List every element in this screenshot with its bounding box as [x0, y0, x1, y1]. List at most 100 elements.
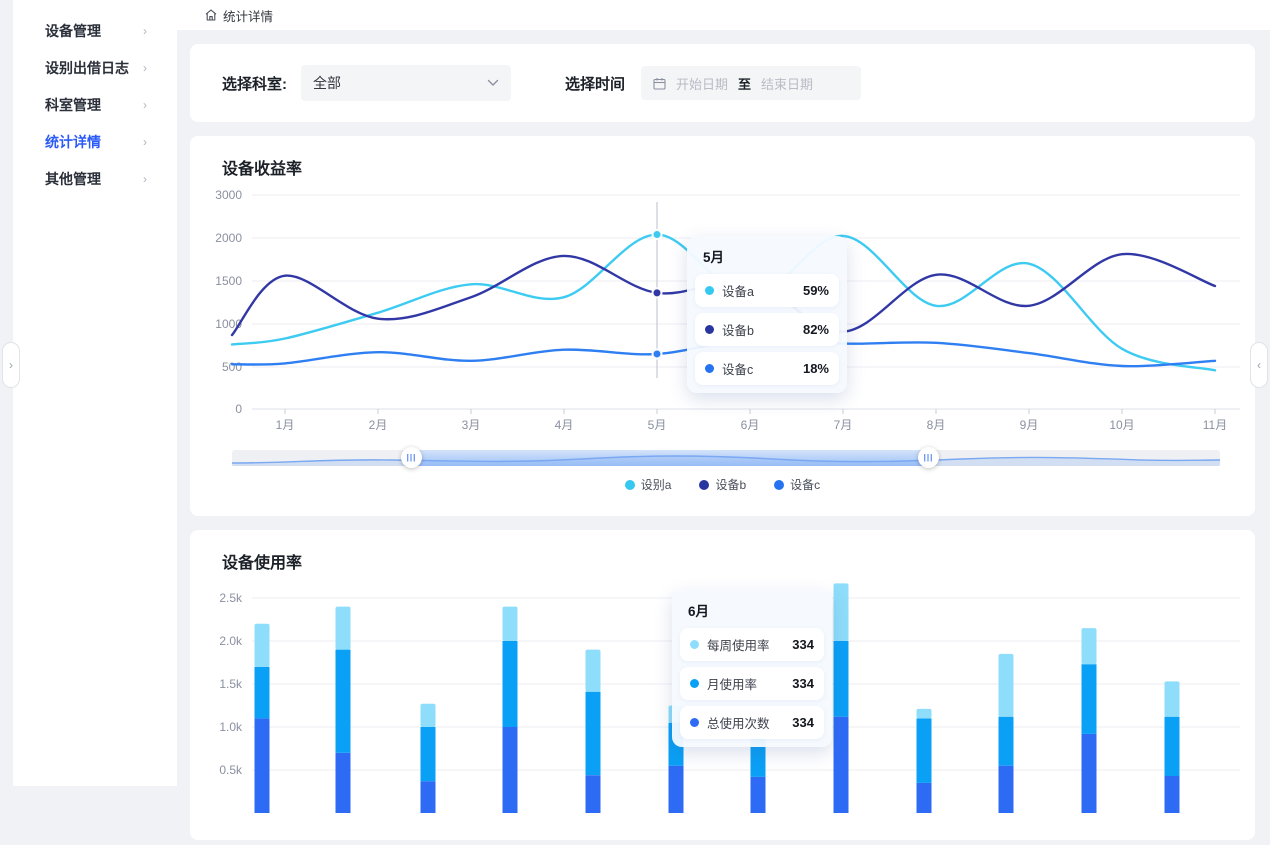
- bar-segment-月使用率[interactable]: [421, 727, 436, 781]
- legend-label: 设别a: [641, 476, 672, 493]
- bar-segment-每周使用率[interactable]: [503, 607, 518, 641]
- left-panel-toggle[interactable]: ›: [2, 342, 20, 388]
- y-axis-label: 2.5k: [219, 591, 243, 605]
- y-axis-label: 3000: [215, 188, 242, 202]
- bar-segment-月使用率[interactable]: [917, 718, 932, 783]
- tooltip-series-value: 59%: [803, 283, 829, 298]
- bar-segment-每周使用率[interactable]: [917, 709, 932, 719]
- bar-segment-总使用次数[interactable]: [1165, 776, 1180, 813]
- bar-segment-每周使用率[interactable]: [1082, 628, 1097, 664]
- revenue-line-chart-card: 设备收益率 300020001500100050001月2月3月4月5月6月7月…: [190, 136, 1255, 516]
- bar-segment-总使用次数[interactable]: [669, 766, 684, 813]
- bar-segment-每周使用率[interactable]: [421, 704, 436, 727]
- x-axis-label: 8月: [927, 418, 946, 432]
- bar-segment-月使用率[interactable]: [336, 650, 351, 753]
- bar-segment-总使用次数[interactable]: [999, 766, 1014, 813]
- bar-segment-总使用次数[interactable]: [834, 717, 849, 813]
- chevron-right-icon: ›: [143, 172, 147, 186]
- bar-segment-每周使用率[interactable]: [999, 654, 1014, 717]
- datazoom-handle-right[interactable]: |||: [918, 447, 939, 468]
- bar-segment-总使用次数[interactable]: [336, 753, 351, 813]
- y-axis-label: 1.0k: [219, 720, 243, 734]
- sidebar-item-2[interactable]: 科室管理›: [13, 86, 177, 123]
- chevron-right-icon: ›: [9, 358, 13, 372]
- line-chart: 300020001500100050001月2月3月4月5月6月7月8月9月10…: [190, 136, 1255, 516]
- series-color-dot: [705, 286, 714, 295]
- sidebar-item-1[interactable]: 设别出借日志›: [13, 49, 177, 86]
- datazoom-track[interactable]: ||| |||: [232, 450, 1220, 466]
- date-separator: 至: [738, 74, 751, 93]
- tooltip-series-label: 设备b: [722, 320, 803, 339]
- bar-segment-月使用率[interactable]: [503, 641, 518, 727]
- right-panel-toggle[interactable]: ‹: [1250, 342, 1268, 388]
- y-axis-label: 0.5k: [219, 763, 243, 777]
- bar-segment-总使用次数[interactable]: [586, 775, 601, 813]
- hover-point-dot: [653, 349, 662, 358]
- bar-segment-总使用次数[interactable]: [255, 718, 270, 813]
- chevron-right-icon: ›: [143, 98, 147, 112]
- x-axis-label: 11月: [1203, 418, 1227, 432]
- bar-segment-每周使用率[interactable]: [255, 624, 270, 667]
- bar-segment-月使用率[interactable]: [1082, 664, 1097, 734]
- bar-segment-总使用次数[interactable]: [751, 777, 766, 813]
- legend-color-dot: [699, 480, 709, 490]
- usage-bar-chart-card: 设备使用率 2.5k2.0k1.5k1.0k0.5k6月每周使用率334月使用率…: [190, 530, 1255, 840]
- chevron-left-icon: ‹: [1257, 358, 1261, 372]
- bar-segment-月使用率[interactable]: [1165, 717, 1180, 776]
- calendar-icon: [653, 77, 666, 90]
- legend-item[interactable]: 设备c: [774, 476, 820, 493]
- home-icon: [204, 8, 218, 22]
- hover-point-dot: [653, 288, 662, 297]
- bar-segment-每周使用率[interactable]: [336, 607, 351, 650]
- bar-segment-月使用率[interactable]: [255, 667, 270, 719]
- x-axis-label: 3月: [462, 418, 481, 432]
- datazoom-handle-left[interactable]: |||: [401, 447, 422, 468]
- x-axis-label: 9月: [1020, 418, 1039, 432]
- sidebar-item-0[interactable]: 设备管理 ›: [13, 12, 177, 49]
- sidebar-item-label: 设备管理: [45, 21, 101, 41]
- y-axis-label: 500: [222, 360, 242, 374]
- y-axis-label: 0: [235, 402, 242, 416]
- line-chart-legend: 设别a 设备b 设备c: [190, 476, 1255, 493]
- bar-segment-月使用率[interactable]: [586, 692, 601, 775]
- bar-chart-tooltip: 6月每周使用率334月使用率334总使用次数334: [672, 590, 832, 747]
- department-select[interactable]: 全部: [301, 65, 511, 101]
- hover-point-dot: [653, 230, 662, 239]
- breadcrumb[interactable]: 统计详情: [204, 6, 273, 25]
- bar-segment-每周使用率[interactable]: [834, 583, 849, 641]
- x-axis-label: 4月: [555, 418, 574, 432]
- date-range-picker[interactable]: 开始日期 至 结束日期: [641, 66, 861, 100]
- breadcrumb-label: 统计详情: [223, 6, 273, 25]
- bar-segment-总使用次数[interactable]: [503, 727, 518, 813]
- bar-segment-月使用率[interactable]: [834, 641, 849, 717]
- date-end-input[interactable]: 结束日期: [761, 74, 813, 93]
- series-color-dot: [690, 718, 699, 727]
- legend-color-dot: [774, 480, 784, 490]
- bar-segment-总使用次数[interactable]: [1082, 734, 1097, 813]
- tooltip-series-label: 设备c: [722, 359, 803, 378]
- sidebar: 设备管理›设别出借日志›科室管理›统计详情›其他管理›: [13, 0, 177, 786]
- bar-segment-总使用次数[interactable]: [917, 783, 932, 813]
- bar-segment-每周使用率[interactable]: [1165, 681, 1180, 716]
- datazoom-minimap: [232, 450, 1220, 466]
- y-axis-label: 2000: [215, 231, 242, 245]
- sidebar-item-label: 统计详情: [45, 132, 101, 152]
- department-select-value: 全部: [313, 73, 341, 93]
- chevron-down-icon: [487, 79, 499, 87]
- chevron-right-icon: ›: [143, 24, 147, 38]
- bar-segment-月使用率[interactable]: [999, 717, 1014, 766]
- tooltip-series-label: 设备a: [722, 281, 803, 300]
- legend-item[interactable]: 设别a: [625, 476, 672, 493]
- date-start-input[interactable]: 开始日期: [676, 74, 728, 93]
- tooltip-series-value: 334: [792, 715, 814, 730]
- sidebar-item-3[interactable]: 统计详情 ›: [13, 123, 177, 160]
- tooltip-series-label: 每周使用率: [707, 635, 792, 654]
- chevron-right-icon: ›: [143, 135, 147, 149]
- bar-segment-每周使用率[interactable]: [586, 650, 601, 692]
- x-axis-label: 2月: [369, 418, 388, 432]
- legend-item[interactable]: 设备b: [699, 476, 746, 493]
- bar-chart-tooltip-title: 6月: [688, 600, 824, 620]
- sidebar-item-4[interactable]: 其他管理›: [13, 160, 177, 197]
- filter-card: 选择科室: 全部 选择时间 开始日期 至 结束日期: [190, 44, 1255, 122]
- x-axis-label: 7月: [834, 418, 853, 432]
